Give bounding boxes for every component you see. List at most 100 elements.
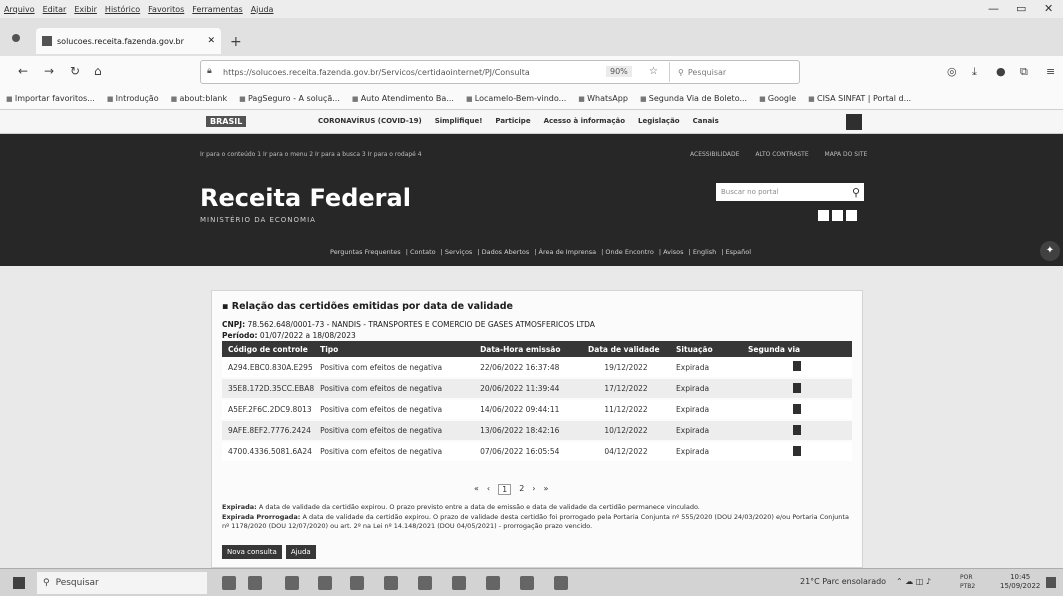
windows-start-icon[interactable]	[13, 577, 25, 589]
bookmark-item[interactable]: Introdução	[107, 94, 159, 103]
maximize-icon[interactable]: ▭	[1016, 2, 1026, 15]
portal-search-input[interactable]: Buscar no portal ⚲	[716, 183, 864, 201]
forward-icon[interactable]: →	[44, 64, 54, 78]
gov-link[interactable]: Participe	[495, 117, 530, 125]
column-header: Situação	[670, 341, 742, 357]
bookmark-item[interactable]: Locamelo-Bem-vindo...	[466, 94, 566, 103]
site-nav-item[interactable]: Serviços	[445, 248, 472, 256]
last-page-icon[interactable]: »	[544, 484, 549, 495]
bookmark-item[interactable]: PagSeguro - A soluçã...	[239, 94, 340, 103]
first-page-icon[interactable]: «	[474, 484, 479, 495]
gov-link[interactable]: Canais	[693, 117, 719, 125]
site-nav-item[interactable]: Onde Encontro	[605, 248, 653, 256]
menu-ajuda[interactable]: Ajuda	[251, 5, 274, 14]
site-nav-item[interactable]: Avisos	[663, 248, 683, 256]
browser-tab[interactable]: solucoes.receita.fazenda.gov.br ✕	[36, 28, 221, 54]
edge-icon[interactable]	[554, 576, 568, 590]
gov-link[interactable]: CORONAVÍRUS (COVID-19)	[318, 117, 422, 125]
back-icon[interactable]: ←	[18, 64, 28, 78]
app-icon[interactable]	[384, 576, 398, 590]
gov-menu-icon[interactable]	[846, 114, 862, 130]
account-icon[interactable]: ●	[996, 65, 1006, 78]
gov-link[interactable]: Acesso à informação	[544, 117, 625, 125]
new-tab-icon[interactable]: +	[230, 34, 242, 50]
notification-icon[interactable]	[1046, 577, 1056, 588]
app-icon[interactable]	[248, 576, 262, 590]
app-icon[interactable]	[418, 576, 432, 590]
menu-editar[interactable]: Editar	[43, 5, 67, 14]
situacao-cell: Expirada	[670, 441, 742, 463]
menu-icon[interactable]: ≡	[1046, 65, 1055, 78]
system-tray-icons[interactable]: ⌃ ☁ ◫ ♪	[896, 577, 931, 586]
pocket-icon[interactable]: ◎	[947, 65, 957, 78]
minimize-icon[interactable]: —	[988, 2, 999, 15]
extensions-icon[interactable]: ⧉	[1020, 65, 1028, 79]
next-page-icon[interactable]: ›	[532, 484, 535, 495]
top-link[interactable]: ALTO CONTRASTE	[755, 151, 808, 158]
twitter-icon[interactable]	[818, 210, 829, 221]
ajuda-button[interactable]: Ajuda	[285, 545, 316, 559]
taskbar-search[interactable]: ⚲ Pesquisar	[37, 572, 207, 594]
close-tab-icon[interactable]: ✕	[207, 36, 215, 46]
bookmark-item[interactable]: CISA SINFAT | Portal d...	[808, 94, 911, 103]
home-icon[interactable]: ⌂	[94, 64, 102, 78]
top-link[interactable]: MAPA DO SITE	[825, 151, 868, 158]
close-window-icon[interactable]: ✕	[1044, 2, 1053, 15]
zoom-level[interactable]: 90%	[606, 66, 632, 77]
menu-arquivo[interactable]: Arquivo	[4, 5, 35, 14]
facebook-icon[interactable]	[846, 210, 857, 221]
bookmark-star-icon[interactable]: ☆	[649, 66, 658, 77]
site-nav-item[interactable]: Contato	[410, 248, 436, 256]
page-1[interactable]: 1	[498, 484, 512, 495]
page-2[interactable]: 2	[519, 484, 524, 495]
nova-consulta-button[interactable]: Nova consulta	[222, 545, 282, 559]
menu-exibir[interactable]: Exibir	[74, 5, 97, 14]
app-icon[interactable]	[486, 576, 500, 590]
top-link[interactable]: ACESSIBILIDADE	[690, 151, 739, 158]
menu-favoritos[interactable]: Favoritos	[148, 5, 184, 14]
table-row: A5EF.2F6C.2DC9.8013 Positiva com efeitos…	[222, 399, 852, 421]
bookmark-item[interactable]: WhatsApp	[578, 94, 628, 103]
menu-ferramentas[interactable]: Ferramentas	[192, 5, 242, 14]
youtube-icon[interactable]	[832, 210, 843, 221]
app-icon[interactable]	[318, 576, 332, 590]
chrome-icon[interactable]	[452, 576, 466, 590]
downloads-icon[interactable]: ⤓	[972, 65, 977, 79]
site-nav-item[interactable]: Dados Abertos	[482, 248, 530, 256]
site-nav-item[interactable]: Español	[726, 248, 752, 256]
document-icon[interactable]	[793, 424, 801, 435]
language-indicator[interactable]: POR PTB2	[960, 573, 975, 591]
reload-icon[interactable]: ↻	[70, 64, 80, 78]
bookmark-item[interactable]: Importar favoritos...	[6, 94, 95, 103]
bookmark-item[interactable]: Segunda Via de Boleto...	[640, 94, 747, 103]
weather-widget[interactable]: 21°C Parc ensolarado	[800, 577, 886, 586]
app-icon[interactable]	[520, 576, 534, 590]
situacao-cell: Expirada	[670, 420, 742, 442]
site-nav-item[interactable]: Área de Imprensa	[539, 248, 597, 256]
address-bar[interactable]: 🔒︎ https://solucoes.receita.fazenda.gov.…	[200, 60, 800, 84]
document-icon[interactable]	[793, 382, 801, 393]
accessibility-shortcuts[interactable]: Ir para o conteúdo 1 Ir para o menu 2 Ir…	[200, 151, 422, 158]
prev-page-icon[interactable]: ‹	[487, 484, 490, 495]
document-icon[interactable]	[793, 361, 801, 371]
app-icon[interactable]	[222, 576, 236, 590]
task-view-icon[interactable]	[285, 576, 299, 590]
accessibility-icon[interactable]: ✦	[1040, 241, 1060, 261]
site-nav-item[interactable]: Perguntas Frequentes	[330, 248, 401, 256]
bookmark-item[interactable]: Auto Atendimento Ba...	[352, 94, 454, 103]
document-icon[interactable]	[793, 445, 801, 456]
bookmark-item[interactable]: Google	[759, 94, 796, 103]
site-nav-item[interactable]: English	[693, 248, 716, 256]
menu-historico[interactable]: Histórico	[105, 5, 140, 14]
search-icon[interactable]: ⚲	[852, 186, 860, 199]
firefox-view-icon[interactable]	[12, 34, 20, 42]
brasil-logo[interactable]: BRASIL	[206, 116, 247, 127]
gov-link[interactable]: Simplifique!	[435, 117, 483, 125]
document-icon[interactable]	[793, 403, 801, 414]
search-box[interactable]: ⚲ Pesquisar	[669, 62, 797, 82]
clock[interactable]: 10:45 15/09/2022	[1000, 573, 1040, 591]
app-icon[interactable]	[350, 576, 364, 590]
site-logo[interactable]: Receita Federal	[200, 184, 411, 212]
bookmark-item[interactable]: about:blank	[171, 94, 227, 103]
gov-link[interactable]: Legislação	[638, 117, 680, 125]
